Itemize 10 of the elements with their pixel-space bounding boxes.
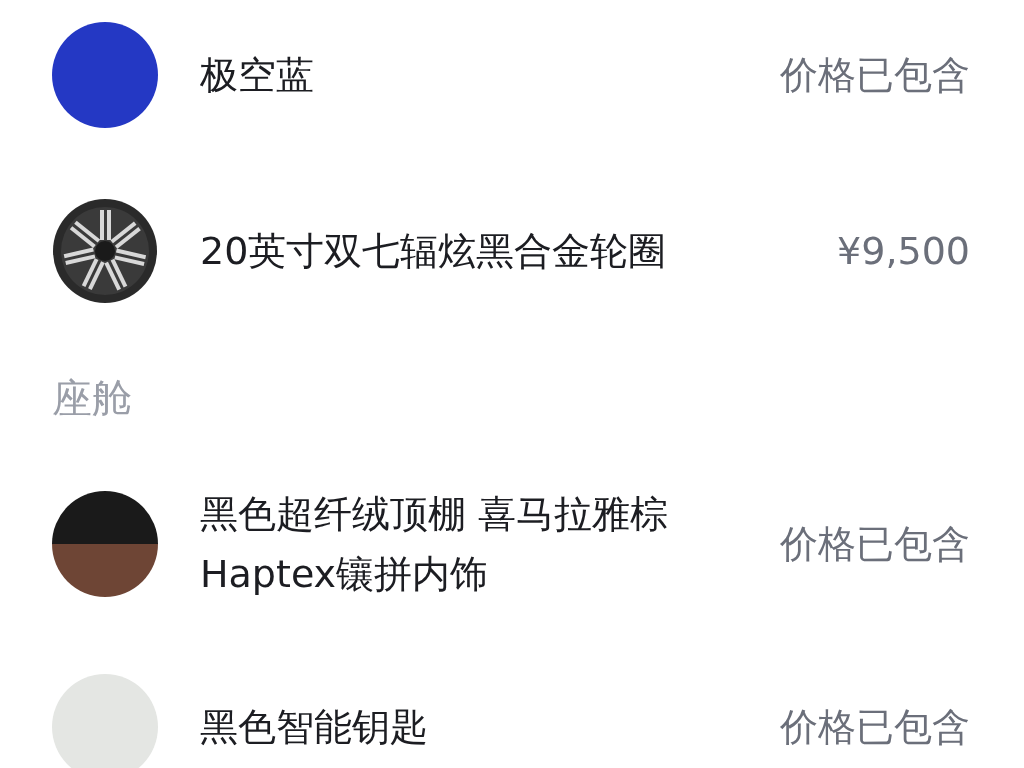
option-price: 价格已包含 [780, 520, 970, 568]
option-price: 价格已包含 [780, 703, 970, 751]
option-name: 黑色超纤绒顶棚 喜马拉雅棕Haptex镶拼内饰 [200, 491, 670, 598]
option-name: 极空蓝 [200, 52, 315, 99]
option-price: 价格已包含 [780, 51, 970, 99]
option-name: 20英寸双七辐炫黑合金轮圈 [200, 228, 668, 275]
wheel-icon [52, 198, 158, 304]
option-name: 黑色智能钥匙 [200, 704, 429, 751]
option-price: ¥9,500 [837, 229, 970, 273]
section-title: 座舱 [52, 374, 133, 422]
